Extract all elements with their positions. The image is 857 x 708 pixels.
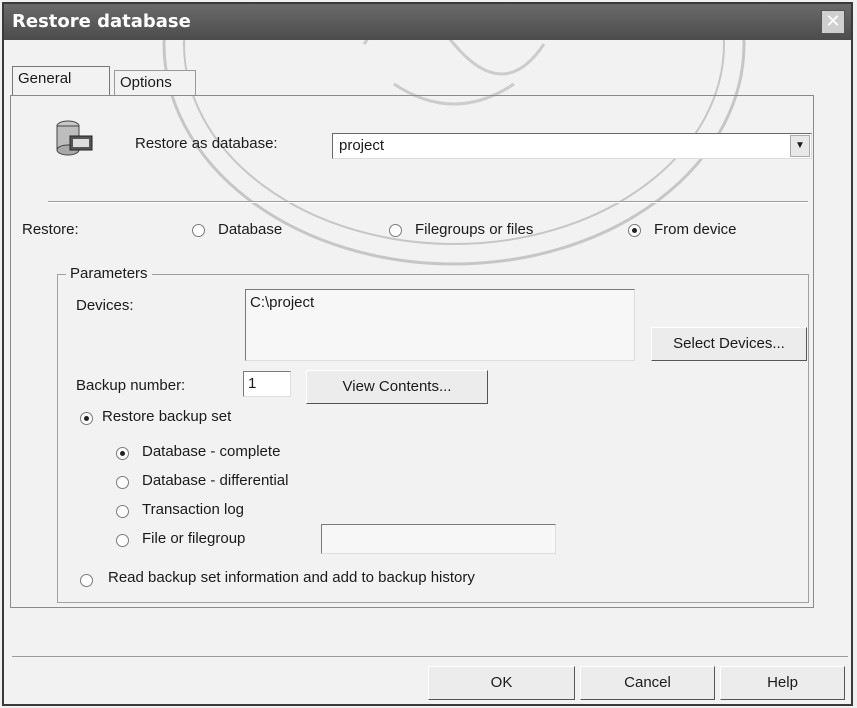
cancel-label: Cancel	[624, 674, 671, 691]
file-or-filegroup-input[interactable]	[321, 524, 556, 554]
devices-list[interactable]: C:\project	[245, 289, 635, 361]
restore-backup-set-label[interactable]: Restore backup set	[102, 408, 231, 425]
radio-database[interactable]	[192, 224, 205, 237]
restore-database-dialog: Restore database ✕ General Options Resto…	[2, 2, 853, 706]
database-icon	[56, 120, 93, 156]
ok-button[interactable]: OK	[428, 666, 575, 700]
help-button[interactable]: Help	[720, 666, 845, 700]
backup-number-label: Backup number:	[76, 377, 186, 394]
database-differential-label[interactable]: Database - differential	[142, 472, 288, 489]
radio-restore-backup-set[interactable]	[80, 412, 93, 425]
transaction-log-label[interactable]: Transaction log	[142, 501, 244, 518]
file-or-filegroup-label[interactable]: File or filegroup	[142, 530, 245, 547]
radio-read-backup-set[interactable]	[80, 574, 93, 587]
footer-divider	[12, 656, 848, 657]
parameters-title: Parameters	[66, 265, 152, 282]
select-devices-button[interactable]: Select Devices...	[651, 327, 807, 361]
devices-value: C:\project	[250, 294, 315, 311]
ok-label: OK	[490, 674, 513, 691]
close-button[interactable]: ✕	[821, 10, 845, 34]
close-icon: ✕	[825, 11, 841, 31]
tab-label: Options	[120, 74, 172, 91]
backup-number-input[interactable]: 1	[243, 371, 291, 397]
select-devices-label: Select Devices...	[673, 335, 785, 352]
backup-number-value: 1	[248, 375, 257, 392]
view-contents-label: View Contents...	[342, 378, 452, 395]
divider	[48, 201, 808, 203]
radio-database-complete[interactable]	[116, 447, 129, 460]
view-contents-button[interactable]: View Contents...	[306, 370, 488, 404]
tab-general[interactable]: General	[12, 66, 110, 96]
title-bar[interactable]: Restore database ✕	[4, 4, 851, 40]
chevron-down-icon[interactable]: ▼	[790, 135, 810, 157]
radio-database-differential[interactable]	[116, 476, 129, 489]
database-complete-label[interactable]: Database - complete	[142, 443, 280, 460]
help-label: Help	[767, 674, 798, 691]
devices-label: Devices:	[76, 297, 134, 314]
tab-options[interactable]: Options	[114, 70, 196, 96]
window-title: Restore database	[12, 11, 191, 32]
restore-as-label: Restore as database:	[135, 135, 278, 152]
restore-label: Restore:	[22, 221, 79, 238]
restore-as-value: project	[339, 137, 385, 154]
read-backup-set-label[interactable]: Read backup set information and add to b…	[108, 569, 475, 586]
tab-label: General	[18, 70, 72, 87]
radio-filegroups-label[interactable]: Filegroups or files	[415, 221, 533, 238]
cancel-button[interactable]: Cancel	[580, 666, 715, 700]
radio-filegroups-or-files[interactable]	[389, 224, 402, 237]
radio-from-device[interactable]	[628, 224, 641, 237]
radio-file-or-filegroup[interactable]	[116, 534, 129, 547]
radio-from-device-label[interactable]: From device	[654, 221, 737, 238]
restore-as-database-select[interactable]: project ▼	[332, 133, 812, 159]
radio-transaction-log[interactable]	[116, 505, 129, 518]
radio-database-label[interactable]: Database	[218, 221, 282, 238]
